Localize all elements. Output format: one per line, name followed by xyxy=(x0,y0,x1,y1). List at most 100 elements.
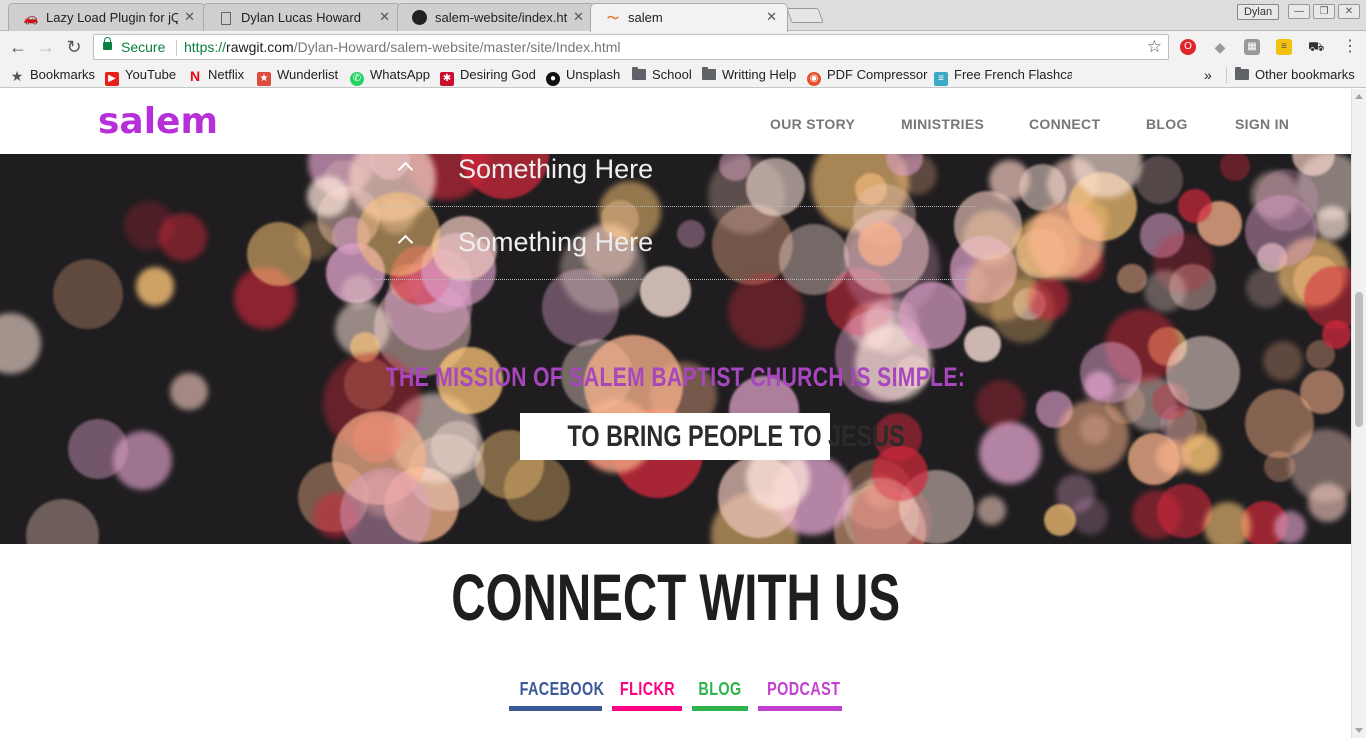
bookmark-wunderlist[interactable]: ★ Wunderlist xyxy=(257,67,338,86)
maximize-button[interactable]: ❐ xyxy=(1313,4,1335,19)
accordion-label: Something Here xyxy=(458,154,654,184)
mission-highlight-box: TO BRING PEOPLE TO JESUS xyxy=(520,413,905,460)
url-path: /Dylan-Howard/salem-website/master/site/… xyxy=(293,39,621,55)
new-tab-button[interactable] xyxy=(786,8,824,23)
camera-icon: ● xyxy=(546,72,560,86)
nav-ministries[interactable]: MINISTRIES xyxy=(901,116,984,132)
accordion-item[interactable]: Something Here xyxy=(375,207,975,280)
divider xyxy=(1226,67,1227,83)
bokeh-light xyxy=(1117,264,1147,294)
extension-icon[interactable]: ▦ xyxy=(1244,39,1260,55)
nav-sign-in[interactable]: SIGN IN xyxy=(1235,116,1289,132)
folder-icon xyxy=(1235,67,1249,80)
close-icon[interactable]: ✕ xyxy=(379,9,390,25)
star-icon: ★ xyxy=(10,68,24,84)
bokeh-light xyxy=(1322,319,1351,349)
bookmarks-overflow-button[interactable]: » xyxy=(1204,67,1212,83)
close-window-button[interactable]: ✕ xyxy=(1338,4,1360,19)
connect-heading-text: CONNECT WITH US xyxy=(451,560,900,634)
menu-icon[interactable]: ⋮ xyxy=(1342,38,1358,56)
bookmark-writting-help[interactable]: Writting Help xyxy=(702,67,796,82)
notes-icon[interactable]: ≡ xyxy=(1276,39,1292,55)
tab-lazy-load[interactable]: 🚗 Lazy Load Plugin for jQu ✕ xyxy=(8,3,206,31)
minimize-button[interactable]: — xyxy=(1288,4,1310,19)
bokeh-light xyxy=(977,495,1007,525)
address-bar[interactable]: Secure https://rawgit.com/Dylan-Howard/s… xyxy=(93,34,1169,60)
wunderlist-icon: ★ xyxy=(257,72,271,86)
bokeh-light xyxy=(1135,156,1183,204)
browser-toolbar: ← → ↻ Secure https://rawgit.com/Dylan-Ho… xyxy=(0,31,1366,63)
bookmark-label: Unsplash xyxy=(566,67,621,82)
url-text[interactable]: https://rawgit.com/Dylan-Howard/salem-we… xyxy=(184,39,621,55)
plugin-icon: 🚗 xyxy=(23,11,39,25)
flickr-link[interactable]: FLICKR xyxy=(612,679,682,711)
flashcard-icon: ≡ xyxy=(934,72,948,86)
blog-link[interactable]: BLOG xyxy=(692,679,748,711)
back-arrow-icon[interactable]: ← xyxy=(7,36,29,58)
close-icon[interactable]: ✕ xyxy=(573,9,584,25)
divider xyxy=(176,40,177,56)
mission-statement: THE MISSION OF SALEM BAPTIST CHURCH IS S… xyxy=(385,362,966,392)
opera-icon[interactable]: O xyxy=(1180,39,1196,55)
bookmark-label: WhatsApp xyxy=(370,67,430,82)
site-logo[interactable]: salem xyxy=(98,101,218,142)
tab-salem[interactable]: 〜 salem ✕ xyxy=(590,3,788,32)
forward-arrow-icon[interactable]: → xyxy=(35,36,57,58)
accordion-item[interactable]: Something Here xyxy=(375,154,975,207)
scroll-down-arrow-icon[interactable] xyxy=(1355,728,1363,733)
tab-salem-website-index[interactable]: salem-website/index.htm ✕ xyxy=(397,3,595,31)
bookmark-label: Writting Help xyxy=(722,67,797,82)
facebook-link[interactable]: FACEBOOK xyxy=(509,679,604,711)
close-icon[interactable]: ✕ xyxy=(184,9,195,25)
bokeh-light xyxy=(1043,504,1077,537)
folder-icon xyxy=(632,67,646,80)
security-label: Secure xyxy=(121,39,166,55)
incognito-icon[interactable]: ⛟ xyxy=(1308,39,1324,55)
bookmark-label: School xyxy=(652,67,692,82)
tab-dylan-lucas-howard[interactable]: Dylan Lucas Howard ✕ xyxy=(203,3,401,31)
profile-button[interactable]: Dylan xyxy=(1237,4,1279,20)
bookmark-youtube[interactable]: ▶ YouTube xyxy=(105,67,176,86)
bokeh-light xyxy=(112,431,172,491)
bookmark-bookmarks[interactable]: ★ Bookmarks xyxy=(10,67,95,83)
other-bookmarks[interactable]: Other bookmarks xyxy=(1235,67,1355,82)
bookmark-star-icon[interactable]: ☆ xyxy=(1147,37,1162,57)
bokeh-light xyxy=(1204,502,1252,544)
bokeh-light xyxy=(1178,189,1212,224)
bookmark-school[interactable]: School xyxy=(632,67,692,82)
url-host: rawgit.com xyxy=(226,39,294,55)
nav-blog[interactable]: BLOG xyxy=(1146,116,1188,132)
bookmark-netflix[interactable]: N Netflix xyxy=(188,67,244,83)
scroll-up-arrow-icon[interactable] xyxy=(1355,94,1363,99)
scrollbar-thumb[interactable] xyxy=(1355,292,1363,427)
bookmark-unsplash[interactable]: ● Unsplash xyxy=(546,67,620,86)
bookmark-label: PDF Compressor xyxy=(827,67,928,82)
bookmark-desiring-god[interactable]: ✱ Desiring God xyxy=(440,67,536,86)
chevron-up-icon xyxy=(397,161,414,178)
bokeh-light xyxy=(1028,203,1104,279)
bookmark-label: Desiring God xyxy=(460,67,536,82)
nav-our-story[interactable]: OUR STORY xyxy=(770,116,855,132)
bokeh-light xyxy=(1262,341,1303,382)
bokeh-light xyxy=(431,420,485,474)
bokeh-light xyxy=(989,160,1031,202)
close-icon[interactable]: ✕ xyxy=(766,9,777,25)
bokeh-light xyxy=(1071,498,1109,535)
bookmark-free-french-flashcards[interactable]: ≡ Free French Flashcar xyxy=(934,67,1072,86)
document-icon xyxy=(221,12,231,25)
page-viewport: Something Here Something Here THE MISSIO… xyxy=(0,89,1351,738)
bokeh-light xyxy=(296,220,336,260)
pdf-icon: ◉ xyxy=(807,72,821,86)
page-scrollbar[interactable] xyxy=(1351,89,1366,738)
podcast-label: PODCAST xyxy=(767,679,841,699)
bookmark-pdf-compressor[interactable]: ◉ PDF Compressor xyxy=(807,67,927,86)
dropbox-icon[interactable]: ◆ xyxy=(1212,39,1228,55)
bookmark-label: Wunderlist xyxy=(277,67,339,82)
podcast-link[interactable]: PODCAST xyxy=(758,679,842,711)
mission-highlight: TO BRING PEOPLE TO JESUS xyxy=(567,420,905,453)
bookmark-whatsapp[interactable]: ✆ WhatsApp xyxy=(350,67,430,86)
bokeh-light xyxy=(136,267,175,306)
bokeh-light xyxy=(159,213,207,261)
reload-icon[interactable]: ↻ xyxy=(63,36,85,58)
nav-connect[interactable]: CONNECT xyxy=(1029,116,1100,132)
